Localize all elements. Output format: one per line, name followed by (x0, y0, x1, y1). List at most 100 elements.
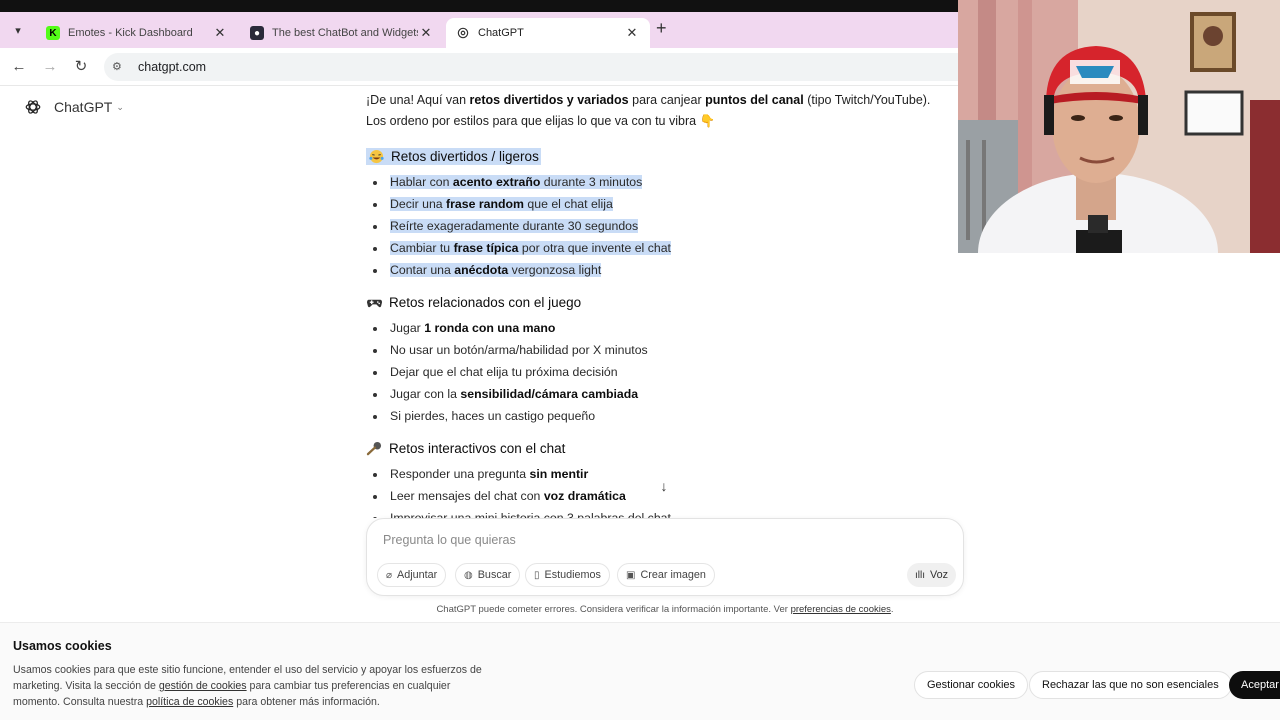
search-label: Buscar (477, 569, 512, 581)
chevron-down-icon: ⌄ (116, 101, 124, 112)
study-button[interactable]: ▯ Estudiemos (525, 563, 610, 587)
bold-text: anécdota (454, 263, 509, 277)
list-item: Jugar con la sensibilidad/cámara cambiad… (366, 383, 648, 405)
text-run: durante 3 minutos (540, 175, 643, 189)
cookie-management-link[interactable]: gestión de cookies (159, 680, 247, 692)
list-item: Cambiar tu frase típica por otra que inv… (366, 237, 671, 259)
text-run: Decir una (390, 197, 447, 211)
list-item: Contar una anécdota vergonzosa light (366, 259, 671, 281)
attach-button[interactable]: ⌀ Adjuntar (377, 563, 447, 587)
list-item-text: Contar una anécdota vergonzosa light (390, 263, 602, 277)
globe-icon: ◍ (464, 569, 473, 581)
list-item-text: Responder una pregunta sin mentir (390, 467, 588, 481)
tab-chatgpt[interactable]: ChatGPT ✕ (446, 18, 650, 48)
text-run: Responder una pregunta (390, 467, 530, 481)
list-item-text: Jugar 1 ronda con una mano (390, 321, 555, 335)
bold-text: frase típica (453, 241, 519, 255)
disclaimer: ChatGPT puede cometer errores. Considera… (366, 604, 964, 615)
list-item: Reírte exageradamente durante 30 segundo… (366, 215, 671, 237)
manage-cookies-button[interactable]: Gestionar cookies (914, 671, 1029, 699)
back-arrow-icon[interactable]: ← (9, 57, 29, 77)
bold-text: sensibilidad/cámara cambiada (460, 387, 639, 401)
section-title: Retos relacionados con el juego (389, 295, 582, 310)
tab-title: The best ChatBot and Widgets (272, 27, 418, 39)
scroll-down-arrow-icon[interactable]: ↓ (654, 476, 674, 496)
webcam-overlay (958, 0, 1280, 253)
list-item: No usar un botón/arma/habilidad por X mi… (366, 339, 648, 361)
reject-nonessential-button[interactable]: Rechazar las que no son esenciales (1029, 671, 1232, 699)
chatgpt-icon (456, 26, 470, 40)
text-run: Dejar que el chat elija tu próxima decis… (390, 365, 618, 379)
list-item: Decir una frase random que el chat elija (366, 193, 671, 215)
text-run: Reírte exageradamente durante 30 segundo… (390, 219, 639, 233)
section-heading: Retos interactivos con el chat (366, 441, 565, 456)
attach-label: Adjuntar (397, 569, 438, 581)
bold-text: voz dramática (543, 489, 626, 503)
disclaimer-text: ChatGPT puede cometer errores. Considera… (436, 604, 791, 615)
address-bar[interactable]: ⚙ chatgpt.com (104, 53, 958, 81)
cookie-text: Usamos cookies para que este sitio funci… (13, 662, 483, 710)
list-item-text: Dejar que el chat elija tu próxima decis… (390, 365, 618, 379)
cookie-preferences-link[interactable]: preferencias de cookies (791, 604, 891, 615)
close-tab-icon[interactable]: ✕ (212, 25, 228, 41)
assistant-message: ¡De una! Aquí van retos divertidos y var… (366, 90, 946, 518)
list-item-text: Jugar con la sensibilidad/cámara cambiad… (390, 387, 638, 401)
section-title: Retos interactivos con el chat (389, 441, 566, 456)
section-list: Responder una pregunta sin mentir Leer me… (366, 463, 671, 518)
text-run: por otra que invente el chat (518, 241, 671, 255)
create-image-button[interactable]: ▣ Crear imagen (617, 563, 715, 587)
close-tab-icon[interactable]: ✕ (418, 25, 434, 41)
model-switcher[interactable]: ChatGPT ⌄ (24, 98, 124, 116)
list-item-text: Si pierdes, haces un castigo pequeño (390, 409, 595, 423)
text-run: Contar una (390, 263, 455, 277)
cookie-policy-link[interactable]: política de cookies (146, 696, 233, 708)
search-button[interactable]: ◍ Buscar (455, 563, 521, 587)
close-tab-icon[interactable]: ✕ (624, 25, 640, 41)
accept-all-button[interactable]: Aceptar todas (1229, 671, 1280, 699)
list-item: Si pierdes, haces un castigo pequeño (366, 405, 648, 427)
tab-kick-dashboard[interactable]: K Emotes - Kick Dashboard ✕ (36, 18, 238, 48)
new-tab-plus-icon[interactable]: + (656, 18, 667, 39)
laughing-face-icon (369, 149, 384, 164)
create-image-label: Crear imagen (640, 569, 706, 581)
tab-chatbot-widgets[interactable]: ● The best ChatBot and Widgets ✕ (240, 18, 444, 48)
bold-text: 1 ronda con una mano (424, 321, 556, 335)
list-item-text: Reírte exageradamente durante 30 segundo… (390, 219, 639, 233)
url-text[interactable]: chatgpt.com (138, 60, 206, 74)
section-title: Retos divertidos / ligeros (391, 149, 539, 164)
forward-arrow-icon[interactable]: → (40, 57, 60, 77)
botrix-icon: ● (250, 26, 264, 40)
list-item-text: Improvisar una mini historia con 3 palab… (390, 511, 671, 518)
list-item: Improvisar una mini historia con 3 palab… (366, 507, 671, 518)
image-icon: ▣ (626, 569, 636, 581)
list-item: Leer mensajes del chat con voz dramática (366, 485, 671, 507)
tab-search-chevron-icon[interactable]: ▾ (8, 21, 28, 41)
tab-bar: ▾ K Emotes - Kick Dashboard ✕ ● The best… (0, 12, 958, 48)
intro-paragraph: ¡De una! Aquí van retos divertidos y var… (366, 90, 946, 132)
site-settings-icon[interactable]: ⚙ (112, 60, 126, 74)
text-run: Improvisar una mini historia con 3 palab… (390, 511, 671, 518)
bold-text: puntos del canal (705, 93, 804, 107)
text-run: Si pierdes, haces un castigo pequeño (390, 409, 596, 423)
text-run: vergonzosa light (508, 263, 602, 277)
list-item: Responder una pregunta sin mentir (366, 463, 671, 485)
reload-icon[interactable]: ↻ (71, 57, 91, 77)
tab-title: Emotes - Kick Dashboard (68, 27, 193, 39)
window-top-strip (0, 0, 958, 12)
cookie-banner: Usamos cookies Usamos cookies para que e… (0, 622, 1280, 720)
gamepad-icon (367, 299, 382, 308)
list-item-text: Hablar con acento extraño durante 3 minu… (390, 175, 643, 189)
tab-title: ChatGPT (478, 27, 524, 39)
bold-text: acento extraño (452, 175, 541, 189)
list-item: Dejar que el chat elija tu próxima decis… (366, 361, 648, 383)
list-item-text: No usar un botón/arma/habilidad por X mi… (390, 343, 648, 357)
study-label: Estudiemos (544, 569, 601, 581)
prompt-input[interactable]: Pregunta lo que quieras (383, 533, 516, 547)
voice-button[interactable]: ıllı Voz (907, 563, 957, 587)
voice-label: Voz (930, 569, 949, 581)
microphone-icon (366, 441, 382, 456)
section-heading: Retos relacionados con el juego (366, 295, 581, 310)
book-icon: ▯ (534, 569, 540, 581)
list-item-text: Cambiar tu frase típica por otra que inv… (390, 241, 671, 255)
section-heading: Retos divertidos / ligeros (366, 148, 541, 165)
